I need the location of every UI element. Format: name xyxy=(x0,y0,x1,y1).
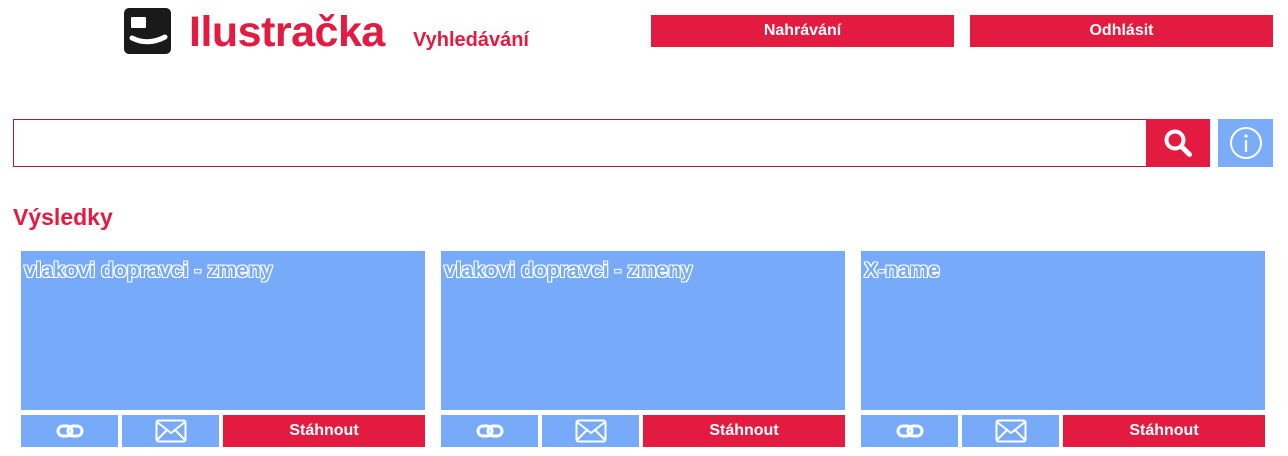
download-button[interactable]: Stáhnout xyxy=(643,415,845,447)
info-icon xyxy=(1229,127,1262,159)
results-heading: Výsledky xyxy=(13,204,113,230)
brand-name: Ilustračka xyxy=(189,8,385,56)
download-button[interactable]: Stáhnout xyxy=(1063,415,1265,447)
copy-link-button[interactable] xyxy=(21,415,118,447)
result-card: vlakovi dopravci - zmeny Stáhnout xyxy=(441,251,845,447)
result-card: vlakovi dopravci - zmeny Stáhnout xyxy=(21,251,425,447)
page-section-title: Vyhledávání xyxy=(413,29,529,51)
link-icon xyxy=(56,424,83,438)
email-button[interactable] xyxy=(542,415,639,447)
search-button[interactable] xyxy=(1146,119,1210,167)
mail-icon xyxy=(155,419,186,443)
email-button[interactable] xyxy=(962,415,1059,447)
result-preview[interactable]: vlakovi dopravci - zmeny xyxy=(21,251,425,410)
link-icon xyxy=(896,424,923,438)
logo-icon xyxy=(124,8,171,54)
result-card: X-name Stáhnout xyxy=(861,251,1265,447)
copy-link-button[interactable] xyxy=(441,415,538,447)
mail-icon xyxy=(995,419,1026,443)
result-title: X-name xyxy=(864,259,940,282)
mail-icon xyxy=(575,419,606,443)
search-input[interactable] xyxy=(13,119,1147,167)
result-preview[interactable]: vlakovi dopravci - zmeny xyxy=(441,251,845,410)
link-icon xyxy=(476,424,503,438)
copy-link-button[interactable] xyxy=(861,415,958,447)
email-button[interactable] xyxy=(122,415,219,447)
upload-button[interactable]: Nahrávání xyxy=(651,15,954,47)
download-button[interactable]: Stáhnout xyxy=(223,415,425,447)
result-title: vlakovi dopravci - zmeny xyxy=(444,259,693,282)
result-preview[interactable]: X-name xyxy=(861,251,1265,410)
search-icon xyxy=(1164,129,1192,157)
result-title: vlakovi dopravci - zmeny xyxy=(24,259,273,282)
info-button[interactable] xyxy=(1218,119,1273,167)
logout-button[interactable]: Odhlásit xyxy=(970,15,1273,47)
